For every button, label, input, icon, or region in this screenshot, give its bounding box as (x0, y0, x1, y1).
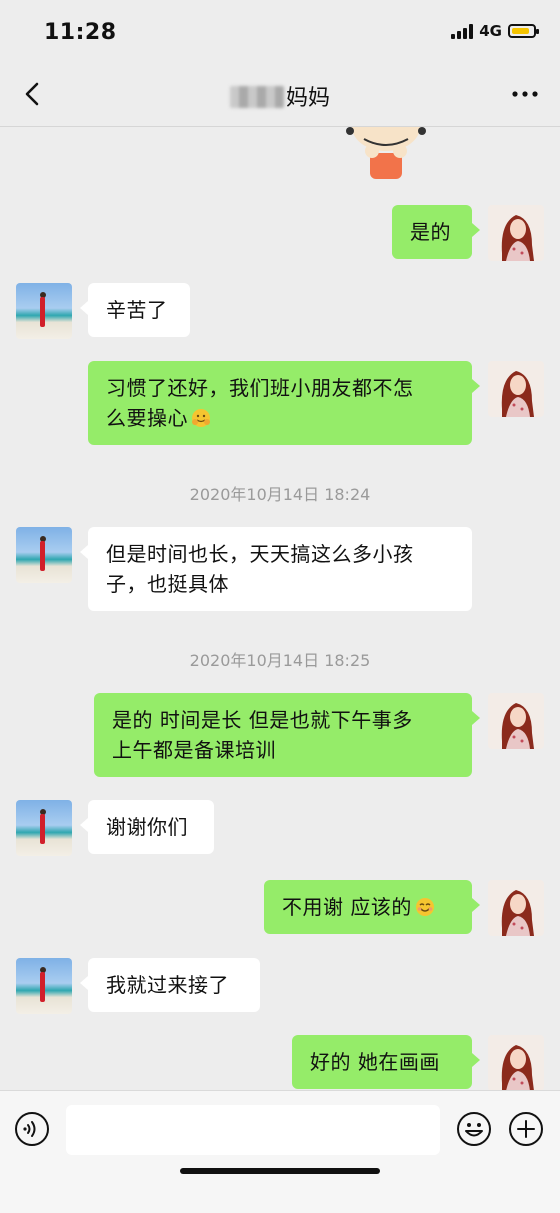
contact-avatar[interactable] (16, 958, 72, 1014)
smile-emoji-icon (415, 898, 434, 916)
timestamp: 2020年10月14日 18:24 (189, 485, 371, 504)
girl-avatar-icon (501, 1045, 534, 1090)
message-bubble[interactable]: 但是时间也长，天天搞这么多小孩 子，也挺具体 (80, 527, 472, 611)
status-time: 11:28 (44, 20, 117, 45)
message-text-line2: 子，也挺具体 (106, 572, 229, 596)
battery-icon (508, 24, 539, 38)
my-avatar[interactable] (488, 880, 544, 936)
message-input[interactable] (66, 1105, 440, 1155)
contact-avatar[interactable] (16, 283, 72, 339)
chat-title-text: 妈妈 (285, 86, 330, 111)
contact-avatar[interactable] (16, 800, 72, 856)
message-text: 好的 她在画画 (310, 1050, 440, 1074)
home-indicator[interactable] (180, 1168, 380, 1174)
chat-area[interactable]: 是的 辛苦了 习惯了还好，我们班小朋友都不怎 么要操心 2020年10月14日 … (0, 127, 560, 1090)
message-text-line2: 上午都是备课培训 (112, 738, 276, 762)
voice-icon[interactable] (14, 1111, 50, 1147)
girl-avatar-icon (501, 890, 534, 936)
plus-icon[interactable] (508, 1111, 544, 1147)
message-text-line1: 但是时间也长，天天搞这么多小孩 (106, 542, 414, 566)
status-bar: 11:28 4G (0, 0, 560, 62)
timestamp: 2020年10月14日 18:25 (189, 651, 371, 670)
hug-emoji-icon (192, 409, 210, 427)
message-text-line1: 是的 时间是长 但是也就下午事多 (112, 708, 413, 732)
message-text: 不用谢 应该的 (282, 895, 412, 919)
message-bubble[interactable]: 谢谢你们 (80, 800, 214, 854)
chat-header: 妈妈 (0, 62, 560, 127)
network-type: 4G (479, 22, 502, 40)
my-avatar[interactable] (488, 1035, 544, 1090)
message-bubble[interactable]: 不用谢 应该的 (264, 880, 480, 934)
emoji-icon[interactable] (456, 1111, 492, 1147)
message-bubble[interactable]: 好的 她在画画 (292, 1035, 480, 1089)
status-indicators: 4G (451, 22, 539, 40)
blurred-name (229, 86, 284, 108)
message-text: 是的 (410, 220, 451, 244)
contact-avatar[interactable] (16, 527, 72, 583)
message-text-line2: 么要操心 (106, 406, 188, 430)
girl-avatar-icon (501, 215, 534, 261)
signal-icon (451, 23, 474, 39)
my-avatar[interactable] (488, 205, 544, 261)
message-bubble[interactable]: 是的 时间是长 但是也就下午事多 上午都是备课培训 (94, 693, 480, 777)
message-text-line1: 习惯了还好，我们班小朋友都不怎 (106, 376, 414, 400)
message-bubble[interactable]: 我就过来接了 (80, 958, 260, 1012)
message-bubble[interactable]: 习惯了还好，我们班小朋友都不怎 么要操心 (88, 361, 480, 445)
message-text: 谢谢你们 (106, 815, 188, 839)
my-avatar[interactable] (488, 693, 544, 749)
sticker-image[interactable] (336, 127, 436, 181)
message-text: 辛苦了 (106, 298, 168, 322)
chat-title: 妈妈 (0, 80, 560, 112)
input-bar (0, 1090, 560, 1213)
girl-avatar-icon (501, 371, 534, 417)
more-dots-icon[interactable] (510, 84, 540, 104)
girl-avatar-icon (501, 703, 534, 749)
my-avatar[interactable] (488, 361, 544, 417)
message-bubble[interactable]: 辛苦了 (80, 283, 190, 337)
message-text: 我就过来接了 (106, 973, 229, 997)
message-bubble[interactable]: 是的 (392, 205, 480, 259)
